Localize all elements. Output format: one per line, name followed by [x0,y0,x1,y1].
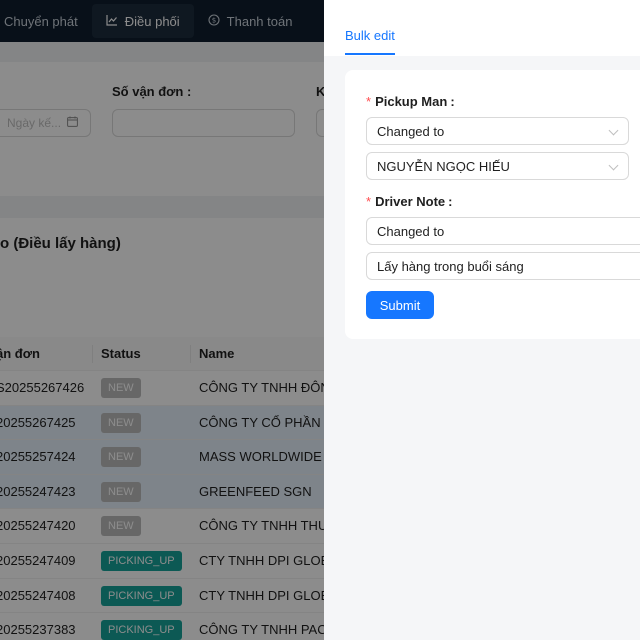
pickup-man-value: NGUYỄN NGỌC HIẾU [377,158,510,174]
chevron-down-icon [608,125,619,136]
tab-bulk-edit[interactable]: Bulk edit [345,28,395,43]
driver-note-label-text: Driver Note [375,194,446,209]
pickup-man-label-text: Pickup Man [375,94,448,109]
bulk-edit-form: * Pickup Man: Changed to NGUYỄN NGỌC HIẾU… [345,70,640,339]
driver-note-input[interactable]: Lấy hàng trong buổi sáng [366,252,640,280]
required-mark: * [366,194,372,209]
pickup-man-mode-value: Changed to [377,123,445,139]
required-mark: * [366,94,372,109]
drawer-header: Bulk edit [324,0,640,56]
pickup-man-value-select[interactable]: NGUYỄN NGỌC HIẾU [366,152,629,180]
pickup-man-mode-select[interactable]: Changed to [366,117,629,145]
chevron-down-icon [608,160,619,171]
label-colon: : [448,194,453,209]
driver-note-value: Lấy hàng trong buổi sáng [377,258,524,274]
bulk-edit-drawer: Bulk edit * Pickup Man: Changed to NGUYỄN… [324,0,640,640]
pickup-man-label: * Pickup Man: [366,94,455,109]
driver-note-mode-value: Changed to [377,223,445,239]
tab-active-indicator [345,53,395,55]
driver-note-mode-select[interactable]: Changed to [366,217,640,245]
app-root: Chuyển phát Điều phối $ Thanh toán Ngày … [0,0,640,640]
submit-button[interactable]: Submit [366,291,434,319]
driver-note-label: * Driver Note: [366,194,452,209]
label-colon: : [450,94,455,109]
